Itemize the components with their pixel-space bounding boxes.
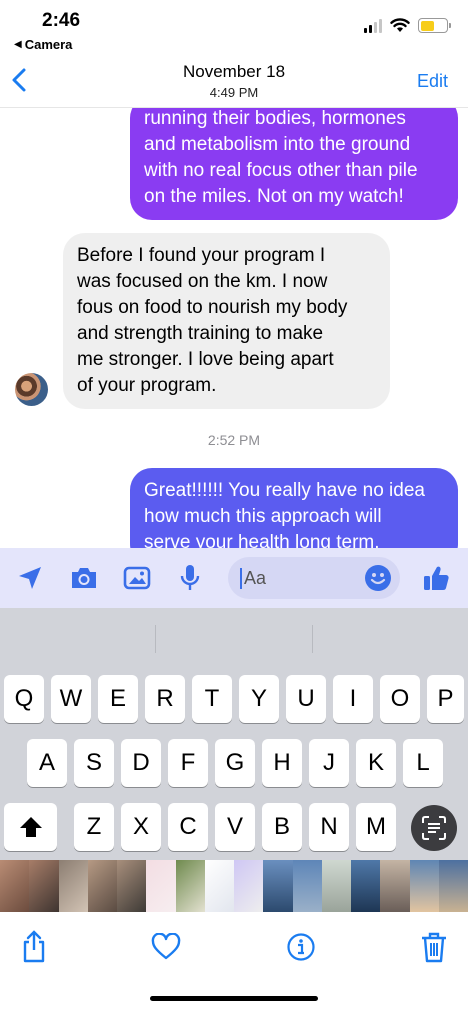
key-o[interactable]: O xyxy=(380,675,420,723)
message-line: on the miles. Not on my watch! xyxy=(144,186,404,207)
share-icon[interactable] xyxy=(18,930,50,964)
photo-thumbnail[interactable] xyxy=(438,860,468,912)
message-bubble-incoming[interactable]: Before I found your program I was focuse… xyxy=(63,233,390,409)
message-input[interactable]: Aa xyxy=(228,557,400,599)
key-d[interactable]: D xyxy=(121,739,161,787)
message-line: me stronger. I love being apart xyxy=(77,349,334,370)
key-n[interactable]: N xyxy=(309,803,349,851)
battery-icon xyxy=(418,18,451,33)
photo-thumbnail[interactable] xyxy=(351,860,381,912)
photo-thumbnail[interactable] xyxy=(146,860,176,912)
microphone-icon[interactable] xyxy=(174,562,206,594)
scan-text-button[interactable] xyxy=(411,805,457,851)
photo-actions-toolbar xyxy=(0,912,468,1013)
key-h[interactable]: H xyxy=(262,739,302,787)
photo-strip[interactable] xyxy=(0,860,468,912)
message-thread[interactable]: running their bodies, hormones and metab… xyxy=(0,108,468,548)
key-a[interactable]: A xyxy=(27,739,67,787)
message-line: and metabolism into the ground xyxy=(144,134,411,155)
back-triangle-icon: ◀ xyxy=(14,39,22,50)
key-e[interactable]: E xyxy=(98,675,138,723)
photo-thumbnail[interactable] xyxy=(175,860,205,912)
wifi-icon xyxy=(390,18,410,32)
key-y[interactable]: Y xyxy=(239,675,279,723)
photo-thumbnail[interactable] xyxy=(0,860,30,912)
key-v[interactable]: V xyxy=(215,803,255,851)
photo-thumbnail[interactable] xyxy=(58,860,88,912)
message-bubble-outgoing[interactable]: running their bodies, hormones and metab… xyxy=(130,108,458,220)
thumbs-up-icon[interactable] xyxy=(420,562,452,594)
key-l[interactable]: L xyxy=(403,739,443,787)
trash-icon[interactable] xyxy=(418,930,450,964)
sender-avatar[interactable] xyxy=(15,373,48,406)
message-line: Great!!!!!! You really have no idea xyxy=(144,480,425,501)
key-k[interactable]: K xyxy=(356,739,396,787)
back-app-label: Camera xyxy=(24,37,73,52)
location-icon[interactable] xyxy=(14,562,46,594)
message-timestamp: 2:52 PM xyxy=(207,432,261,448)
key-z[interactable]: Z xyxy=(74,803,114,851)
key-b[interactable]: B xyxy=(262,803,302,851)
status-bar: 2:46 ◀ Camera xyxy=(0,0,468,56)
shift-arrow-icon xyxy=(19,817,42,837)
key-i[interactable]: I xyxy=(333,675,373,723)
camera-icon[interactable] xyxy=(68,562,100,594)
emoji-icon[interactable] xyxy=(364,564,392,592)
keyboard: Q W E R T Y U I O P A S D F G H J K L Z … xyxy=(0,608,468,860)
photo-thumbnail[interactable] xyxy=(321,860,351,912)
key-t[interactable]: T xyxy=(192,675,232,723)
key-u[interactable]: U xyxy=(286,675,326,723)
photo-icon[interactable] xyxy=(121,562,153,594)
edit-button[interactable]: Edit xyxy=(417,71,448,92)
photo-thumbnail[interactable] xyxy=(292,860,322,912)
heart-icon[interactable] xyxy=(150,930,182,964)
key-s[interactable]: S xyxy=(74,739,114,787)
message-line: Before I found your program I xyxy=(77,245,326,266)
key-w[interactable]: W xyxy=(51,675,91,723)
key-x[interactable]: X xyxy=(121,803,161,851)
scan-text-icon xyxy=(422,816,446,840)
photo-thumbnail[interactable] xyxy=(380,860,410,912)
message-line: with no real focus other than pile xyxy=(144,160,418,181)
key-f[interactable]: F xyxy=(168,739,208,787)
message-line: running their bodies, hormones xyxy=(144,108,406,129)
message-placeholder: Aa xyxy=(244,568,267,588)
photo-thumbnail[interactable] xyxy=(204,860,234,912)
key-q[interactable]: Q xyxy=(4,675,44,723)
header-time: 4:49 PM xyxy=(209,85,259,100)
message-line: and strength training to make xyxy=(77,323,324,344)
text-caret xyxy=(240,568,242,589)
key-j[interactable]: J xyxy=(309,739,349,787)
message-composer: Aa xyxy=(0,548,468,608)
photo-thumbnail[interactable] xyxy=(263,860,293,912)
back-to-app-link[interactable]: ◀ Camera xyxy=(14,37,72,52)
status-time: 2:46 xyxy=(42,10,81,31)
photo-thumbnail[interactable] xyxy=(234,860,264,912)
info-icon[interactable] xyxy=(285,930,317,964)
message-line: fous on food to nourish my body xyxy=(77,297,348,318)
photo-thumbnail[interactable] xyxy=(87,860,117,912)
shift-key[interactable] xyxy=(4,803,57,851)
photo-thumbnail[interactable] xyxy=(117,860,147,912)
photo-thumbnail[interactable] xyxy=(409,860,439,912)
header-date: November 18 xyxy=(182,62,286,81)
status-icons xyxy=(364,18,451,33)
key-g[interactable]: G xyxy=(215,739,255,787)
key-m[interactable]: M xyxy=(356,803,396,851)
message-line: how much this approach will xyxy=(144,506,382,527)
message-bubble-outgoing[interactable]: Great!!!!!! You really have no idea how … xyxy=(130,468,458,548)
key-p[interactable]: P xyxy=(427,675,464,723)
key-c[interactable]: C xyxy=(168,803,208,851)
message-line: of your program. xyxy=(77,375,217,396)
signal-icon xyxy=(364,18,382,33)
key-r[interactable]: R xyxy=(145,675,185,723)
predictive-text-bar xyxy=(0,608,468,668)
photo-thumbnail[interactable] xyxy=(29,860,59,912)
message-line: was focused on the km. I now xyxy=(77,271,328,292)
home-indicator xyxy=(150,996,318,1001)
conversation-header: November 18 4:49 PM Edit xyxy=(0,56,468,108)
message-line: serve your health long term. xyxy=(144,532,380,548)
